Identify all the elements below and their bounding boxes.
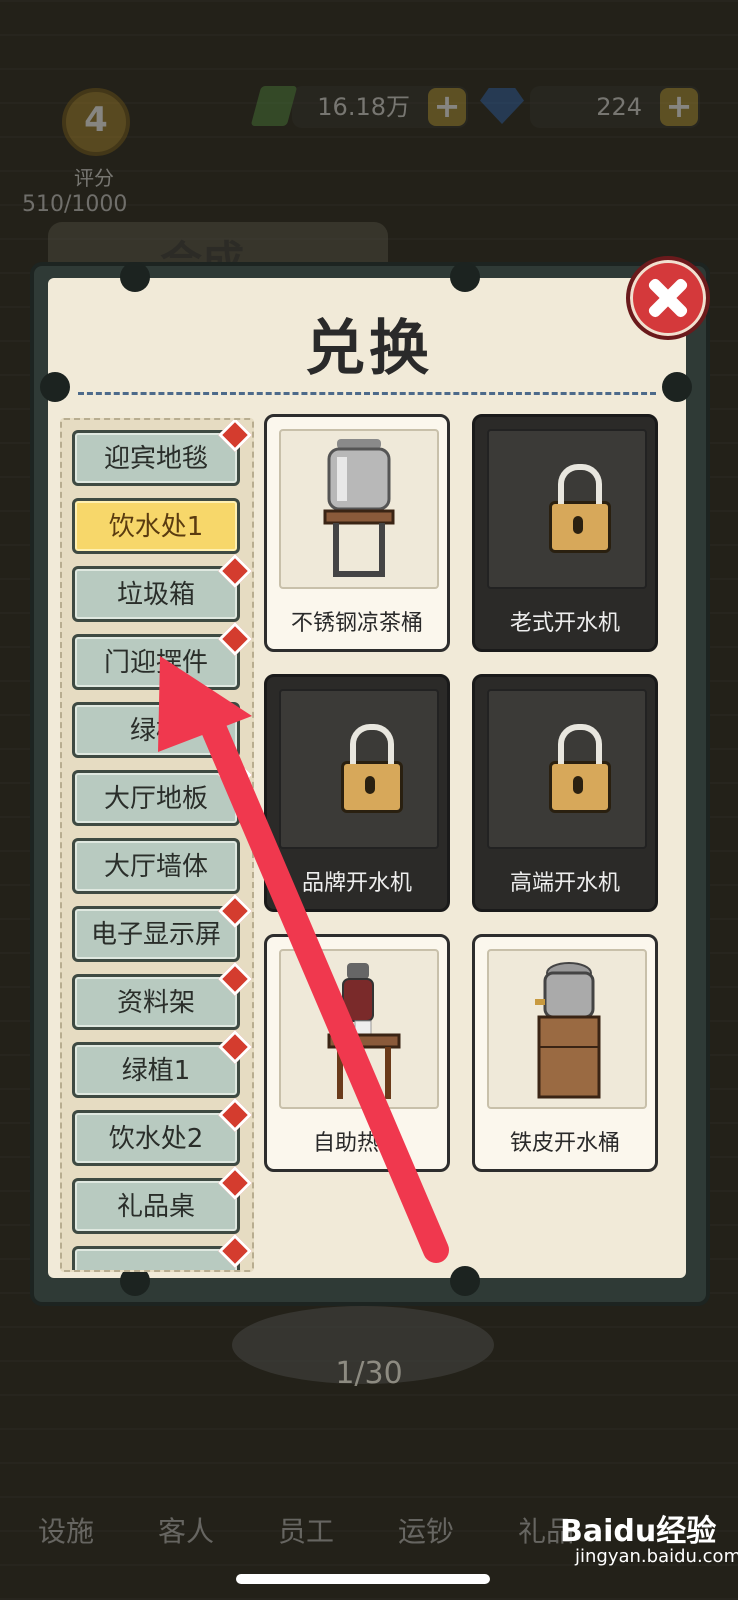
annotation-arrow — [158, 656, 449, 1263]
